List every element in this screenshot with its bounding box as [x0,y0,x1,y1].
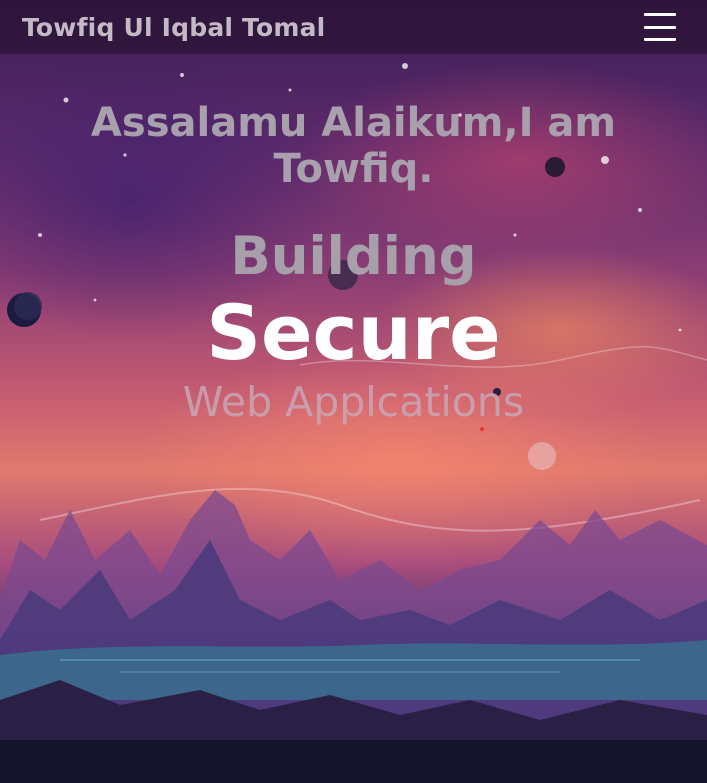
top-navbar: Towfiq Ul Iqbal Tomal [0,0,707,54]
hero-line-building: Building [230,226,477,287]
hamburger-menu-icon[interactable] [644,13,676,41]
hero-line-web-applications: Web Applcations [182,378,525,426]
menu-bar [644,13,676,16]
menu-bar [644,25,676,29]
cursor-dot [480,427,484,431]
page: Towfiq Ul Iqbal Tomal Assalamu Alaikum,I… [0,0,707,783]
hero-greeting: Assalamu Alaikum,I am Towfiq. [90,100,617,192]
hero-line-secure: Secure [206,288,501,377]
site-brand[interactable]: Towfiq Ul Iqbal Tomal [22,13,325,42]
menu-bar [644,38,676,41]
